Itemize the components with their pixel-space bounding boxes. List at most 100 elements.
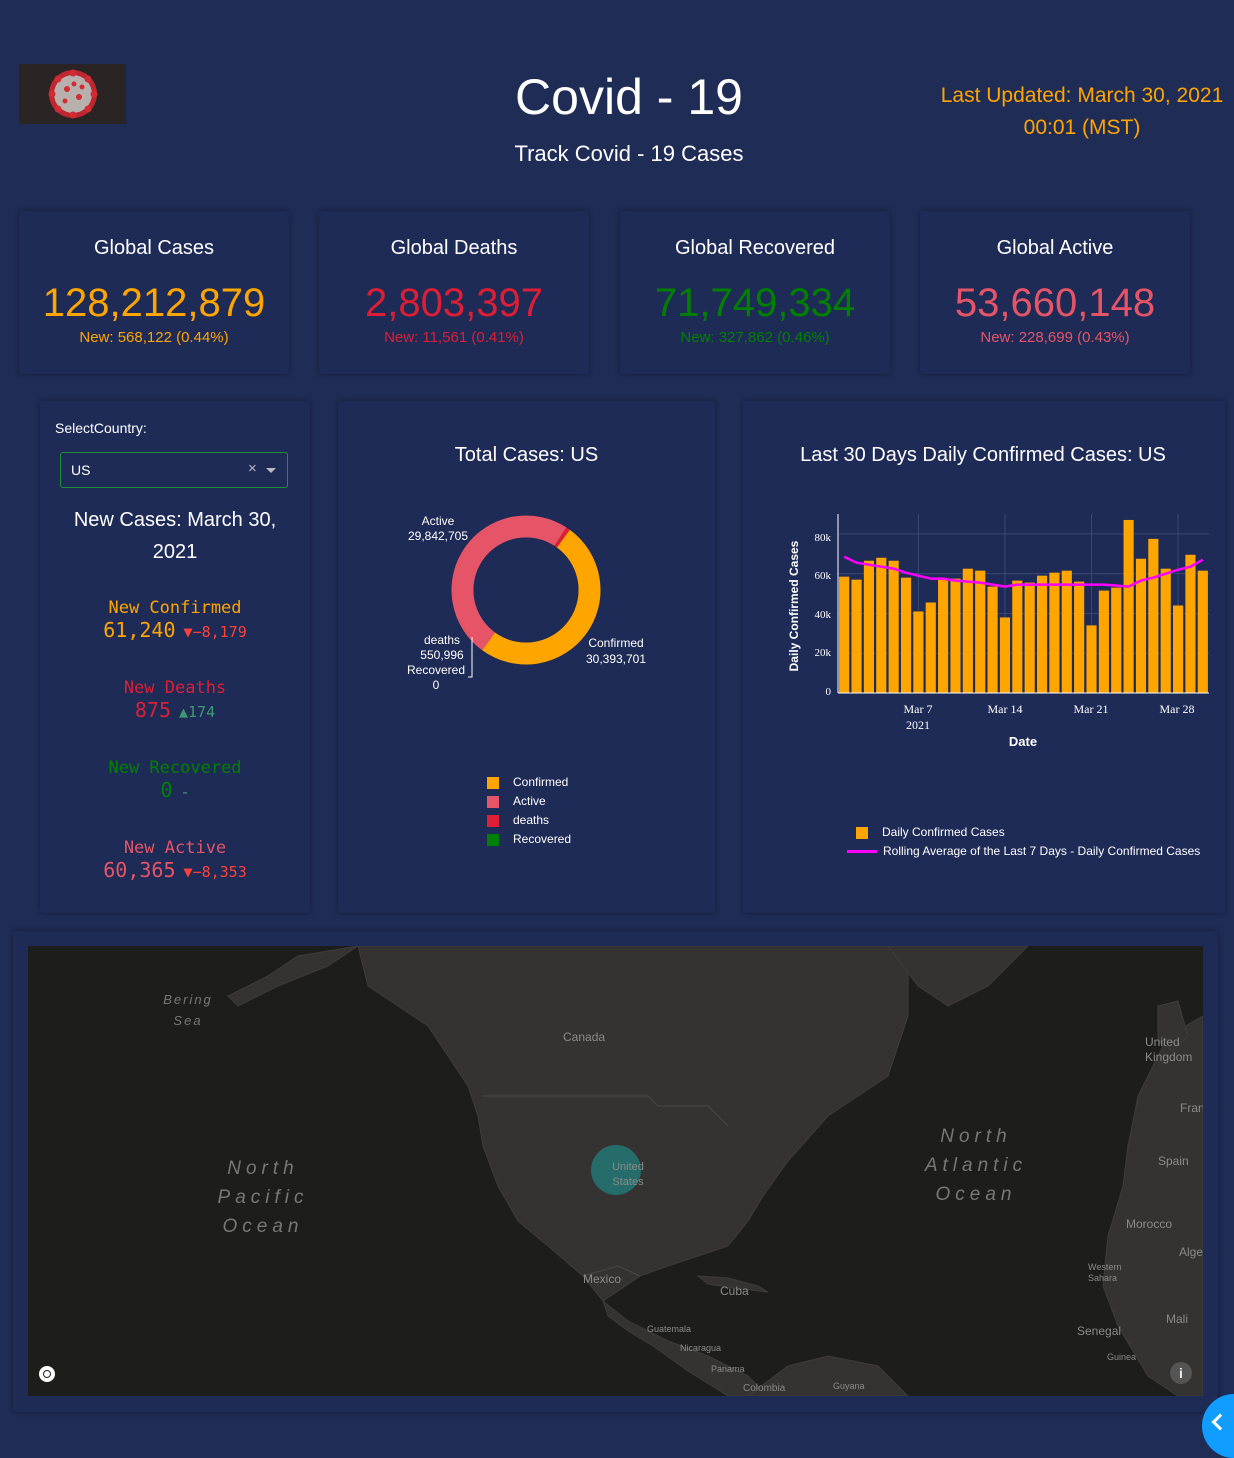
indicator-value: 0 [160, 778, 173, 802]
map-label-nao: North Atlantic Ocean [924, 1126, 1028, 1205]
legend-label: Confirmed [513, 775, 569, 789]
indicator-new-confirmed-label: New Confirmed [108, 598, 242, 618]
info-icon[interactable]: i [1170, 1362, 1192, 1384]
donut-hole [473, 537, 579, 643]
bar-daily-cases[interactable] [1012, 580, 1023, 693]
indicator-new-recovered-label: New Recovered [108, 758, 242, 778]
clear-icon[interactable]: × [248, 460, 257, 477]
bar-daily-cases[interactable] [950, 578, 961, 693]
bar-daily-cases[interactable] [1098, 590, 1109, 693]
bar-daily-cases[interactable] [913, 611, 924, 693]
kpi-new: New: 327,862 (0.46%) [680, 329, 830, 346]
donut-label-active-name: Active [421, 514, 455, 528]
legend-label: Recovered [513, 832, 572, 846]
bar-daily-cases[interactable] [1111, 587, 1122, 693]
bar-daily-cases[interactable] [1049, 572, 1060, 693]
kpi-value: 128,212,879 [42, 281, 266, 325]
bar-daily-cases[interactable] [987, 586, 998, 693]
indicator-value: 875 [134, 698, 171, 722]
page-subtitle: Track Covid - 19 Cases [514, 141, 744, 166]
bar-daily-cases[interactable] [1061, 570, 1072, 693]
x-tick-mar28: Mar 28 [1159, 702, 1195, 716]
kpi-global-active: Global Active 53,660,148 New: 228,699 (0… [920, 211, 1190, 374]
bar-daily-cases[interactable] [1185, 554, 1196, 693]
map-label-guatemala: Guatemala [647, 1324, 692, 1334]
chevron-left-icon [1211, 1413, 1229, 1431]
bar-panel: Last 30 Days Daily Confirmed Cases: US 0… [743, 401, 1225, 913]
legend-label: Active [513, 794, 546, 808]
x-axis-label: Date [1008, 734, 1038, 749]
bar-daily-cases[interactable] [975, 570, 986, 693]
legend-label: deaths [513, 813, 550, 827]
map-label-wsahara: Western Sahara [1088, 1262, 1122, 1283]
bar-daily-cases[interactable] [962, 568, 973, 693]
kpi-value: 71,749,334 [654, 281, 856, 325]
map-label-alge: Alge [1179, 1245, 1203, 1259]
donut-label-deaths-value: 550,996 [420, 648, 464, 662]
chevron-down-icon[interactable] [266, 468, 276, 473]
indicator-new-active: 60,365 ▼−8,353 [40, 858, 310, 882]
x-tick-mar14: Mar 14 [987, 702, 1023, 716]
last-updated: Last Updated: March 30, 2021 00:01 (MST) [940, 80, 1224, 144]
donut-legend-confirmed[interactable]: Confirmed [487, 775, 568, 789]
bar-daily-cases[interactable] [1160, 568, 1171, 693]
map-label-mexico: Mexico [583, 1272, 622, 1286]
bar-daily-cases[interactable] [1197, 570, 1208, 693]
bar-legend-daily[interactable]: Daily Confirmed Cases [856, 825, 1005, 839]
bar-daily-cases[interactable] [888, 560, 899, 693]
donut-label-deaths-name: deaths [423, 633, 461, 647]
bar-legend-rolling[interactable]: Rolling Average of the Last 7 Days - Dai… [847, 844, 1200, 858]
bar-daily-cases[interactable] [863, 560, 874, 693]
bar-daily-cases[interactable] [938, 578, 949, 693]
kpi-new: New: 228,699 (0.43%) [980, 329, 1130, 346]
y-tick-0: 0 [825, 686, 832, 698]
donut-legend-recovered[interactable]: Recovered [487, 832, 571, 846]
map-label-colombia: Colombia [743, 1383, 786, 1394]
bar-daily-cases[interactable] [876, 557, 887, 693]
country-panel: SelectCountry: US × New Cases: March 30,… [40, 401, 310, 913]
map-label-npo: North Pacific Ocean [217, 1158, 309, 1237]
bar-daily-cases[interactable] [851, 579, 862, 693]
donut-label-confirmed: Confirmed 30,393,701 [576, 635, 656, 667]
bar-daily-cases[interactable] [1074, 581, 1085, 693]
kpi-new: New: 568,122 (0.44%) [79, 329, 229, 346]
map-label-spain: Spain [1158, 1154, 1189, 1168]
map-label-guinea: Guinea [1107, 1352, 1137, 1362]
mapbox-logo-icon[interactable] [39, 1366, 55, 1382]
donut-label-recovered-name: Recovered [406, 663, 466, 677]
indicator-new-deaths-label: New Deaths [123, 678, 227, 698]
indicator-new-confirmed: 61,240 ▼−8,179 [40, 618, 310, 642]
map-label-uk: United Kingdom [1145, 1035, 1193, 1064]
map-label-senegal: Senegal [1077, 1324, 1122, 1338]
bar-daily-cases[interactable] [839, 576, 850, 693]
bar-daily-cases[interactable] [1148, 538, 1159, 693]
indicator-new-active-label: New Active [123, 838, 227, 858]
bar-daily-cases[interactable] [999, 617, 1011, 693]
bar-daily-cases[interactable] [900, 577, 912, 693]
bar-daily-cases[interactable] [925, 602, 936, 693]
kpi-value: 2,803,397 [365, 281, 543, 325]
bar-daily-cases[interactable] [1173, 605, 1184, 693]
bar-daily-cases[interactable] [1024, 582, 1035, 693]
x-tick-year: 2021 [906, 718, 930, 732]
map-label-us: United States [612, 1161, 644, 1188]
map[interactable]: Bering Sea Canada North Pacific Ocean No… [28, 946, 1203, 1396]
x-tick-mar7: Mar 7 [903, 702, 933, 716]
kpi-title: Global Deaths [390, 237, 518, 259]
bar-daily-cases[interactable] [1123, 519, 1134, 693]
map-label-nicaragua: Nicaragua [680, 1343, 722, 1353]
kpi-value: 53,660,148 [954, 281, 1156, 325]
bar-daily-cases[interactable] [1036, 575, 1048, 693]
map-label-panama: Panama [711, 1364, 745, 1374]
last-updated-date: Last Updated: March 30, 2021 [940, 84, 1224, 107]
donut-legend-deaths[interactable]: deaths [487, 813, 549, 827]
indicator-new-recovered: 0- [40, 778, 310, 802]
donut-legend-active[interactable]: Active [487, 794, 546, 808]
country-dropdown[interactable]: US × [60, 452, 288, 488]
donut-label-confirmed-value: 30,393,701 [585, 652, 647, 666]
map-label-cuba: Cuba [720, 1284, 749, 1298]
indicator-delta: ▲174 [179, 703, 216, 721]
bar-daily-cases[interactable] [1086, 625, 1097, 693]
legend-label: Rolling Average of the Last 7 Days - Dai… [883, 844, 1201, 858]
indicator-delta: ▼−8,353 [183, 863, 247, 881]
